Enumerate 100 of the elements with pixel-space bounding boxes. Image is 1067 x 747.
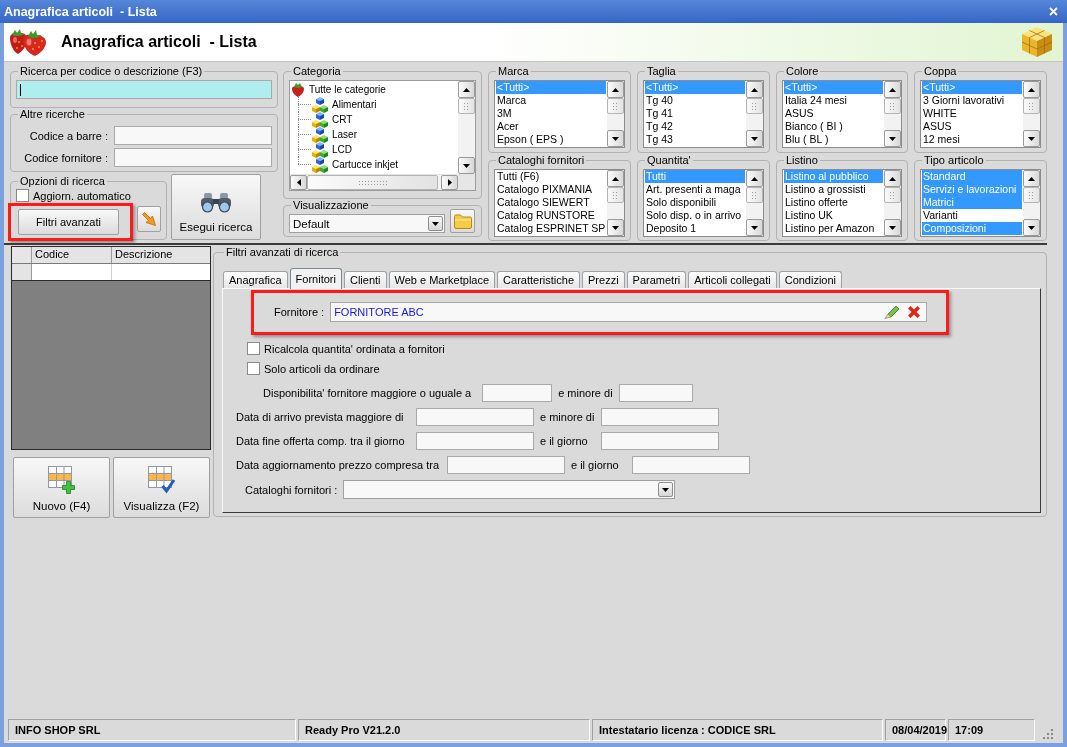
list-item[interactable]: 3 Giorni lavorativi (922, 94, 1022, 107)
tree-item[interactable]: Cartucce inkjet (312, 157, 399, 172)
scrollbar[interactable] (1023, 81, 1040, 147)
list-item[interactable]: Epson ( EPS ) (496, 133, 606, 146)
input-field[interactable] (416, 407, 534, 426)
list-item[interactable]: Solo disp. o in arrivo (645, 209, 745, 222)
tab[interactable]: Articoli collegati (688, 271, 777, 288)
list-item[interactable]: Tg 42 (645, 120, 745, 133)
tab[interactable]: Web e Marketplace (388, 271, 496, 288)
column-header[interactable]: Descrizione (112, 247, 210, 263)
dropdown-button[interactable] (428, 216, 443, 231)
list-item[interactable]: WHITE (922, 107, 1022, 120)
input-field[interactable] (114, 148, 272, 167)
supplier-field[interactable]: FORNITORE ABC (330, 302, 928, 322)
empty-row[interactable] (12, 264, 210, 281)
scrollbar[interactable] (1023, 170, 1040, 236)
scroll-down-button[interactable] (607, 219, 624, 236)
list-item[interactable]: Listino per Amazon (784, 222, 883, 235)
resize-grip-icon[interactable] (1043, 729, 1053, 739)
list-item[interactable]: Catalog ESPRINET SP (496, 222, 606, 235)
list-item[interactable]: 12 mesi (922, 133, 1022, 146)
scroll-up-button[interactable] (607, 81, 624, 98)
pencil-icon[interactable] (884, 305, 901, 319)
checkbox[interactable] (16, 189, 29, 202)
scroll-down-button[interactable] (884, 130, 901, 147)
list-box[interactable]: Standard Servizi e lavorazioni Matrici Varianti Composizioni (920, 169, 1041, 237)
scroll-down-button[interactable] (1023, 219, 1040, 236)
tab[interactable]: Fornitori (289, 268, 342, 289)
input-field[interactable] (619, 383, 694, 402)
tab[interactable]: Prezzi (582, 271, 625, 288)
input-field[interactable] (601, 431, 719, 450)
list-item[interactable]: Catalog RUNSTORE (496, 209, 606, 222)
list-item[interactable]: Tg 41 (645, 107, 745, 120)
scrollbar-thumb[interactable] (746, 98, 763, 114)
checkbox[interactable] (247, 362, 260, 375)
list-item[interactable]: Tutti (F6) (496, 170, 606, 183)
category-tree[interactable]: Tutte le categorie Alimentari CRT Laser LCD Cartucce inkjet (289, 80, 476, 191)
list-item[interactable]: Marca (496, 94, 606, 107)
scroll-up-button[interactable] (1023, 170, 1040, 187)
list-box[interactable]: Tutti (F6) Catalogo PIXMANIA Catalogo SIEWERT Catalog RUNSTORE Catalog ESPRINET SP (494, 169, 625, 237)
list-item[interactable]: ASUS (922, 120, 1022, 133)
checkbox[interactable] (247, 342, 260, 355)
tree-item[interactable]: Tutte le categorie (291, 82, 386, 97)
scrollbar-thumb[interactable] (607, 187, 624, 203)
scroll-up-button[interactable] (884, 81, 901, 98)
scroll-down-button[interactable] (746, 130, 763, 147)
scrollbar-thumb[interactable] (307, 175, 438, 190)
run-search-button[interactable]: Esegui ricerca (171, 174, 261, 240)
input-field[interactable] (601, 407, 719, 426)
scroll-down-button[interactable] (1023, 130, 1040, 147)
view-button[interactable]: Visualizza (F2) (113, 457, 210, 518)
scroll-down-button[interactable] (884, 219, 901, 236)
scroll-up-button[interactable] (607, 170, 624, 187)
list-item[interactable]: Italia 24 mesi (784, 94, 883, 107)
tab[interactable]: Caratteristiche (497, 271, 580, 288)
scrollbar[interactable] (458, 81, 475, 174)
list-box[interactable]: Listino al pubblico Listino a grossisti Listino offerte Listino UK Listino per Amazon (782, 169, 902, 237)
tree-item[interactable]: LCD (312, 142, 352, 157)
list-item[interactable]: Listino UK (784, 209, 883, 222)
input-field[interactable] (482, 383, 553, 402)
list-item[interactable]: 3M (496, 107, 606, 120)
scrollbar[interactable] (290, 174, 475, 190)
list-item[interactable]: Listino offerte (784, 196, 883, 209)
list-item[interactable]: ASUS (784, 107, 883, 120)
scrollbar[interactable] (884, 81, 901, 147)
scroll-up-button[interactable] (1023, 81, 1040, 98)
list-box[interactable]: <Tutti> 3 Giorni lavorativi WHITE ASUS 12 mesi (920, 80, 1041, 148)
list-box[interactable]: <Tutti> Italia 24 mesi ASUS Bianco ( BI ) Blu ( BL ) (782, 80, 902, 148)
view-dropdown[interactable]: Default (289, 214, 445, 233)
scrollbar[interactable] (746, 81, 763, 147)
list-item[interactable]: Bianco ( BI ) (784, 120, 883, 133)
list-item[interactable]: Tg 43 (645, 133, 745, 146)
advanced-filters-button[interactable]: Filtri avanzati (18, 209, 119, 235)
list-item[interactable]: Catalogo SIEWERT (496, 196, 606, 209)
folder-button[interactable] (450, 209, 475, 233)
scrollbar-thumb[interactable] (458, 98, 475, 114)
list-item[interactable]: Blu ( BL ) (784, 133, 883, 146)
scrollbar-thumb[interactable] (607, 98, 624, 114)
scroll-down-button[interactable] (607, 130, 624, 147)
scroll-up-button[interactable] (746, 170, 763, 187)
tree-item[interactable]: Alimentari (312, 97, 377, 112)
scroll-down-button[interactable] (458, 157, 475, 174)
scrollbar[interactable] (884, 170, 901, 236)
scrollbar[interactable] (607, 170, 624, 236)
scroll-down-button[interactable] (746, 219, 763, 236)
tree-item[interactable]: Laser (312, 127, 357, 142)
scroll-up-button[interactable] (746, 81, 763, 98)
list-item[interactable]: Art. presenti a maga (645, 183, 745, 196)
scrollbar-thumb[interactable] (1023, 98, 1040, 114)
list-item[interactable]: Listino a grossisti (784, 183, 883, 196)
input-field[interactable] (416, 431, 534, 450)
list-item[interactable]: Varianti (922, 209, 1022, 222)
tab[interactable]: Condizioni (778, 271, 843, 288)
scrollbar-thumb[interactable] (884, 98, 901, 114)
scroll-up-button[interactable] (884, 170, 901, 187)
tab[interactable]: Clienti (343, 271, 387, 288)
list-box[interactable]: <Tutti> Tg 40 Tg 41 Tg 42 Tg 43 (643, 80, 764, 148)
list-item[interactable]: Solo disponibili (645, 196, 745, 209)
list-item[interactable]: Acer (496, 120, 606, 133)
list-box[interactable]: Tutti Art. presenti a maga Solo disponibili Solo disp. o in arrivo Deposito 1 (643, 169, 764, 237)
